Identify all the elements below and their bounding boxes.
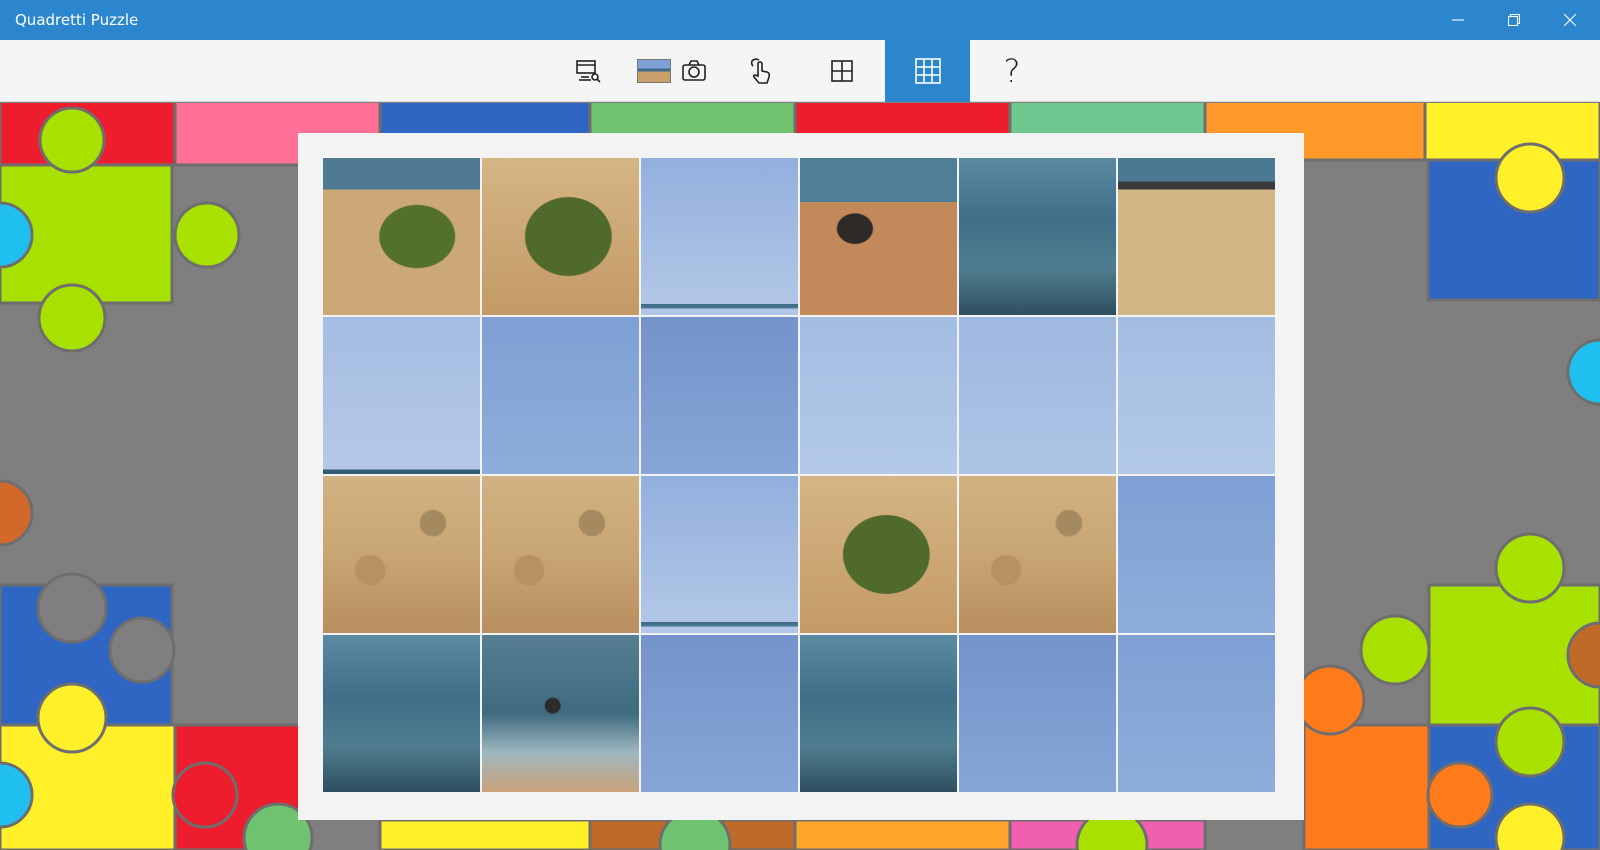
- puzzle-tile[interactable]: [482, 476, 639, 633]
- minimize-button[interactable]: [1430, 0, 1486, 40]
- close-button[interactable]: [1542, 0, 1598, 40]
- camera-icon: [682, 60, 706, 81]
- puzzle-tile[interactable]: [959, 158, 1116, 315]
- puzzle-tile[interactable]: [323, 635, 480, 792]
- puzzle-tile[interactable]: [1118, 476, 1275, 633]
- minimize-icon: [1452, 19, 1464, 21]
- puzzle-tile[interactable]: [482, 158, 639, 315]
- puzzle-tile[interactable]: [323, 317, 480, 474]
- puzzle-tile[interactable]: [800, 635, 957, 792]
- current-image-button[interactable]: [636, 40, 672, 102]
- grid-3x3-button[interactable]: [885, 40, 970, 102]
- camera-button[interactable]: [676, 40, 712, 102]
- close-icon: [1564, 14, 1576, 26]
- puzzle-tile[interactable]: [800, 476, 957, 633]
- puzzle-tile[interactable]: [482, 317, 639, 474]
- puzzle-tile[interactable]: [959, 635, 1116, 792]
- grid-2x2-icon: [831, 60, 853, 82]
- puzzle-tile[interactable]: [959, 317, 1116, 474]
- touch-mode-button[interactable]: [740, 40, 780, 102]
- puzzle-tile[interactable]: [1118, 317, 1275, 474]
- gallery-search-icon: [576, 60, 601, 83]
- touch-gesture-icon: [750, 58, 771, 84]
- title-bar: Quadretti Puzzle: [0, 0, 1600, 40]
- puzzle-tile[interactable]: [959, 476, 1116, 633]
- help-button[interactable]: ?: [992, 40, 1032, 102]
- restore-button[interactable]: [1486, 0, 1542, 40]
- puzzle-tile[interactable]: [482, 635, 639, 792]
- puzzle-tile[interactable]: [641, 476, 798, 633]
- window-title: Quadretti Puzzle: [15, 11, 139, 29]
- puzzle-tile[interactable]: [641, 158, 798, 315]
- grid-2x2-button[interactable]: [824, 40, 860, 102]
- puzzle-tile[interactable]: [323, 158, 480, 315]
- puzzle-tile[interactable]: [1118, 158, 1275, 315]
- puzzle-tile[interactable]: [641, 635, 798, 792]
- restore-icon: [1508, 14, 1520, 26]
- puzzle-tile[interactable]: [800, 158, 957, 315]
- grid-3x3-icon: [914, 58, 941, 84]
- toolbar: ?: [0, 40, 1600, 102]
- puzzle-grid: [323, 158, 1275, 792]
- help-icon: ?: [1003, 52, 1021, 90]
- puzzle-tile[interactable]: [800, 317, 957, 474]
- gallery-button[interactable]: [568, 40, 608, 102]
- puzzle-board: [298, 133, 1304, 820]
- puzzle-tile[interactable]: [1118, 635, 1275, 792]
- puzzle-tile[interactable]: [641, 317, 798, 474]
- puzzle-tile[interactable]: [323, 476, 480, 633]
- image-thumbnail: [637, 59, 671, 83]
